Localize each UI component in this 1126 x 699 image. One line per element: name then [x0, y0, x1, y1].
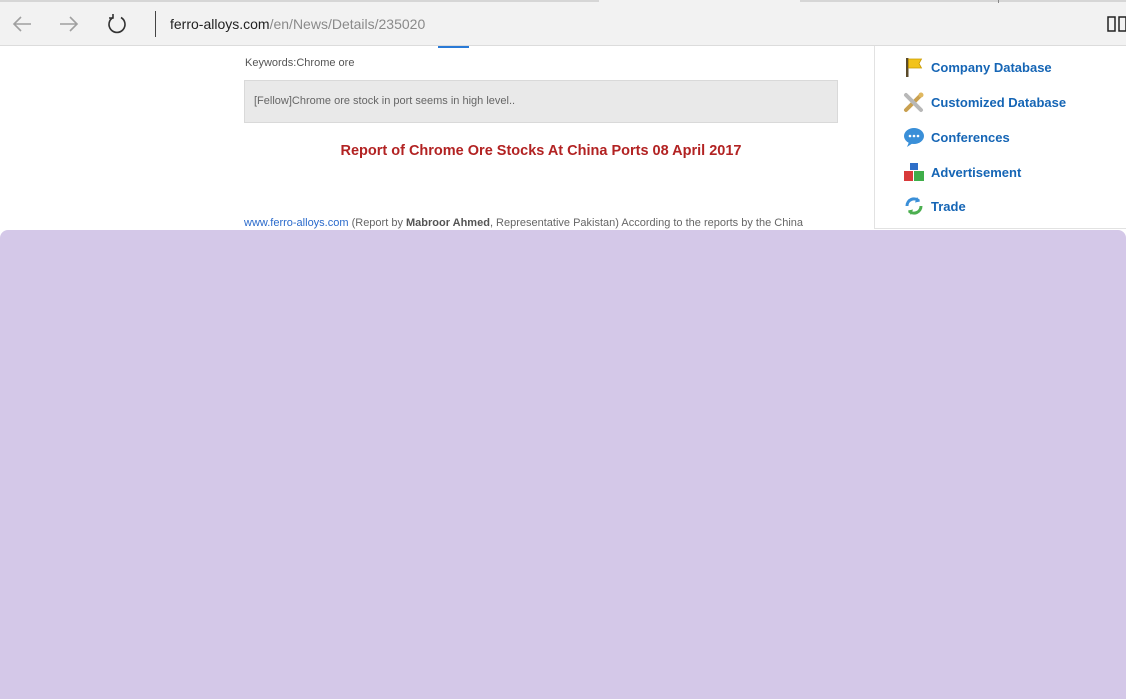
- tab-divider: [998, 0, 999, 3]
- article-summary-box: [Fellow]Chrome ore stock in port seems i…: [244, 80, 838, 123]
- browser-toolbar: ferro-alloys.com/en/News/Details/235020: [0, 0, 1126, 46]
- keywords-label: Keywords:: [245, 57, 297, 69]
- refresh-button[interactable]: [104, 11, 130, 37]
- reading-view-button[interactable]: [1107, 15, 1126, 33]
- sidebar-item-advertisement[interactable]: Advertisement: [903, 160, 1021, 184]
- sidebar-item-label: Conferences: [931, 129, 1010, 145]
- arrow-left-icon: [12, 16, 31, 32]
- tools-icon: [903, 91, 925, 113]
- chat-bubble-icon: [903, 126, 925, 148]
- back-button[interactable]: [9, 11, 35, 37]
- overlay-panel: [0, 230, 1126, 699]
- blocks-icon: [903, 161, 925, 183]
- sidebar-item-company-database[interactable]: Company Database: [903, 55, 1052, 79]
- article-summary: [Fellow]Chrome ore stock in port seems i…: [254, 95, 516, 107]
- sidebar-item-label: Advertisement: [931, 164, 1022, 180]
- keywords-value[interactable]: Chrome ore: [296, 57, 354, 69]
- tab-strip-edge: [0, 0, 599, 2]
- refresh-icon: [108, 14, 126, 34]
- sidebar-item-conferences[interactable]: Conferences: [903, 125, 1010, 149]
- sidebar-item-label: Trade: [931, 198, 966, 214]
- sidebar-item-trade[interactable]: Trade: [903, 194, 966, 218]
- forward-button[interactable]: [56, 11, 82, 37]
- sidebar-item-label: Customized Database: [931, 94, 1067, 110]
- source-link[interactable]: www.ferro-alloys.com: [244, 217, 349, 229]
- address-separator: [155, 11, 156, 37]
- refresh-arrows-icon: [903, 195, 925, 217]
- active-tab-indicator: [438, 46, 469, 48]
- arrow-right-icon: [60, 16, 79, 32]
- author-name: Mabroor Ahmed: [406, 217, 490, 229]
- article-byline: www.ferro-alloys.com (Report by Mabroor …: [244, 217, 803, 229]
- address-path: /en/News/Details/235020: [269, 16, 426, 32]
- address-bar[interactable]: ferro-alloys.com/en/News/Details/235020: [170, 16, 425, 32]
- byline-pre: (Report by: [348, 217, 406, 229]
- tab-strip-edge: [800, 0, 1126, 2]
- sidebar-item-customized-database[interactable]: Customized Database: [903, 90, 1066, 114]
- address-domain: ferro-alloys.com: [170, 16, 270, 32]
- article-keywords: Keywords:Chrome ore: [245, 57, 354, 69]
- byline-post: , Representative Pakistan) According to …: [489, 217, 803, 229]
- book-icon: [1107, 16, 1126, 32]
- sidebar-item-label: Company Database: [931, 59, 1052, 75]
- article-headline: Report of Chrome Ore Stocks At China Por…: [340, 143, 742, 159]
- sidebar-menu: Company Database Customized Database Con…: [874, 46, 1126, 229]
- flag-icon: [903, 56, 925, 78]
